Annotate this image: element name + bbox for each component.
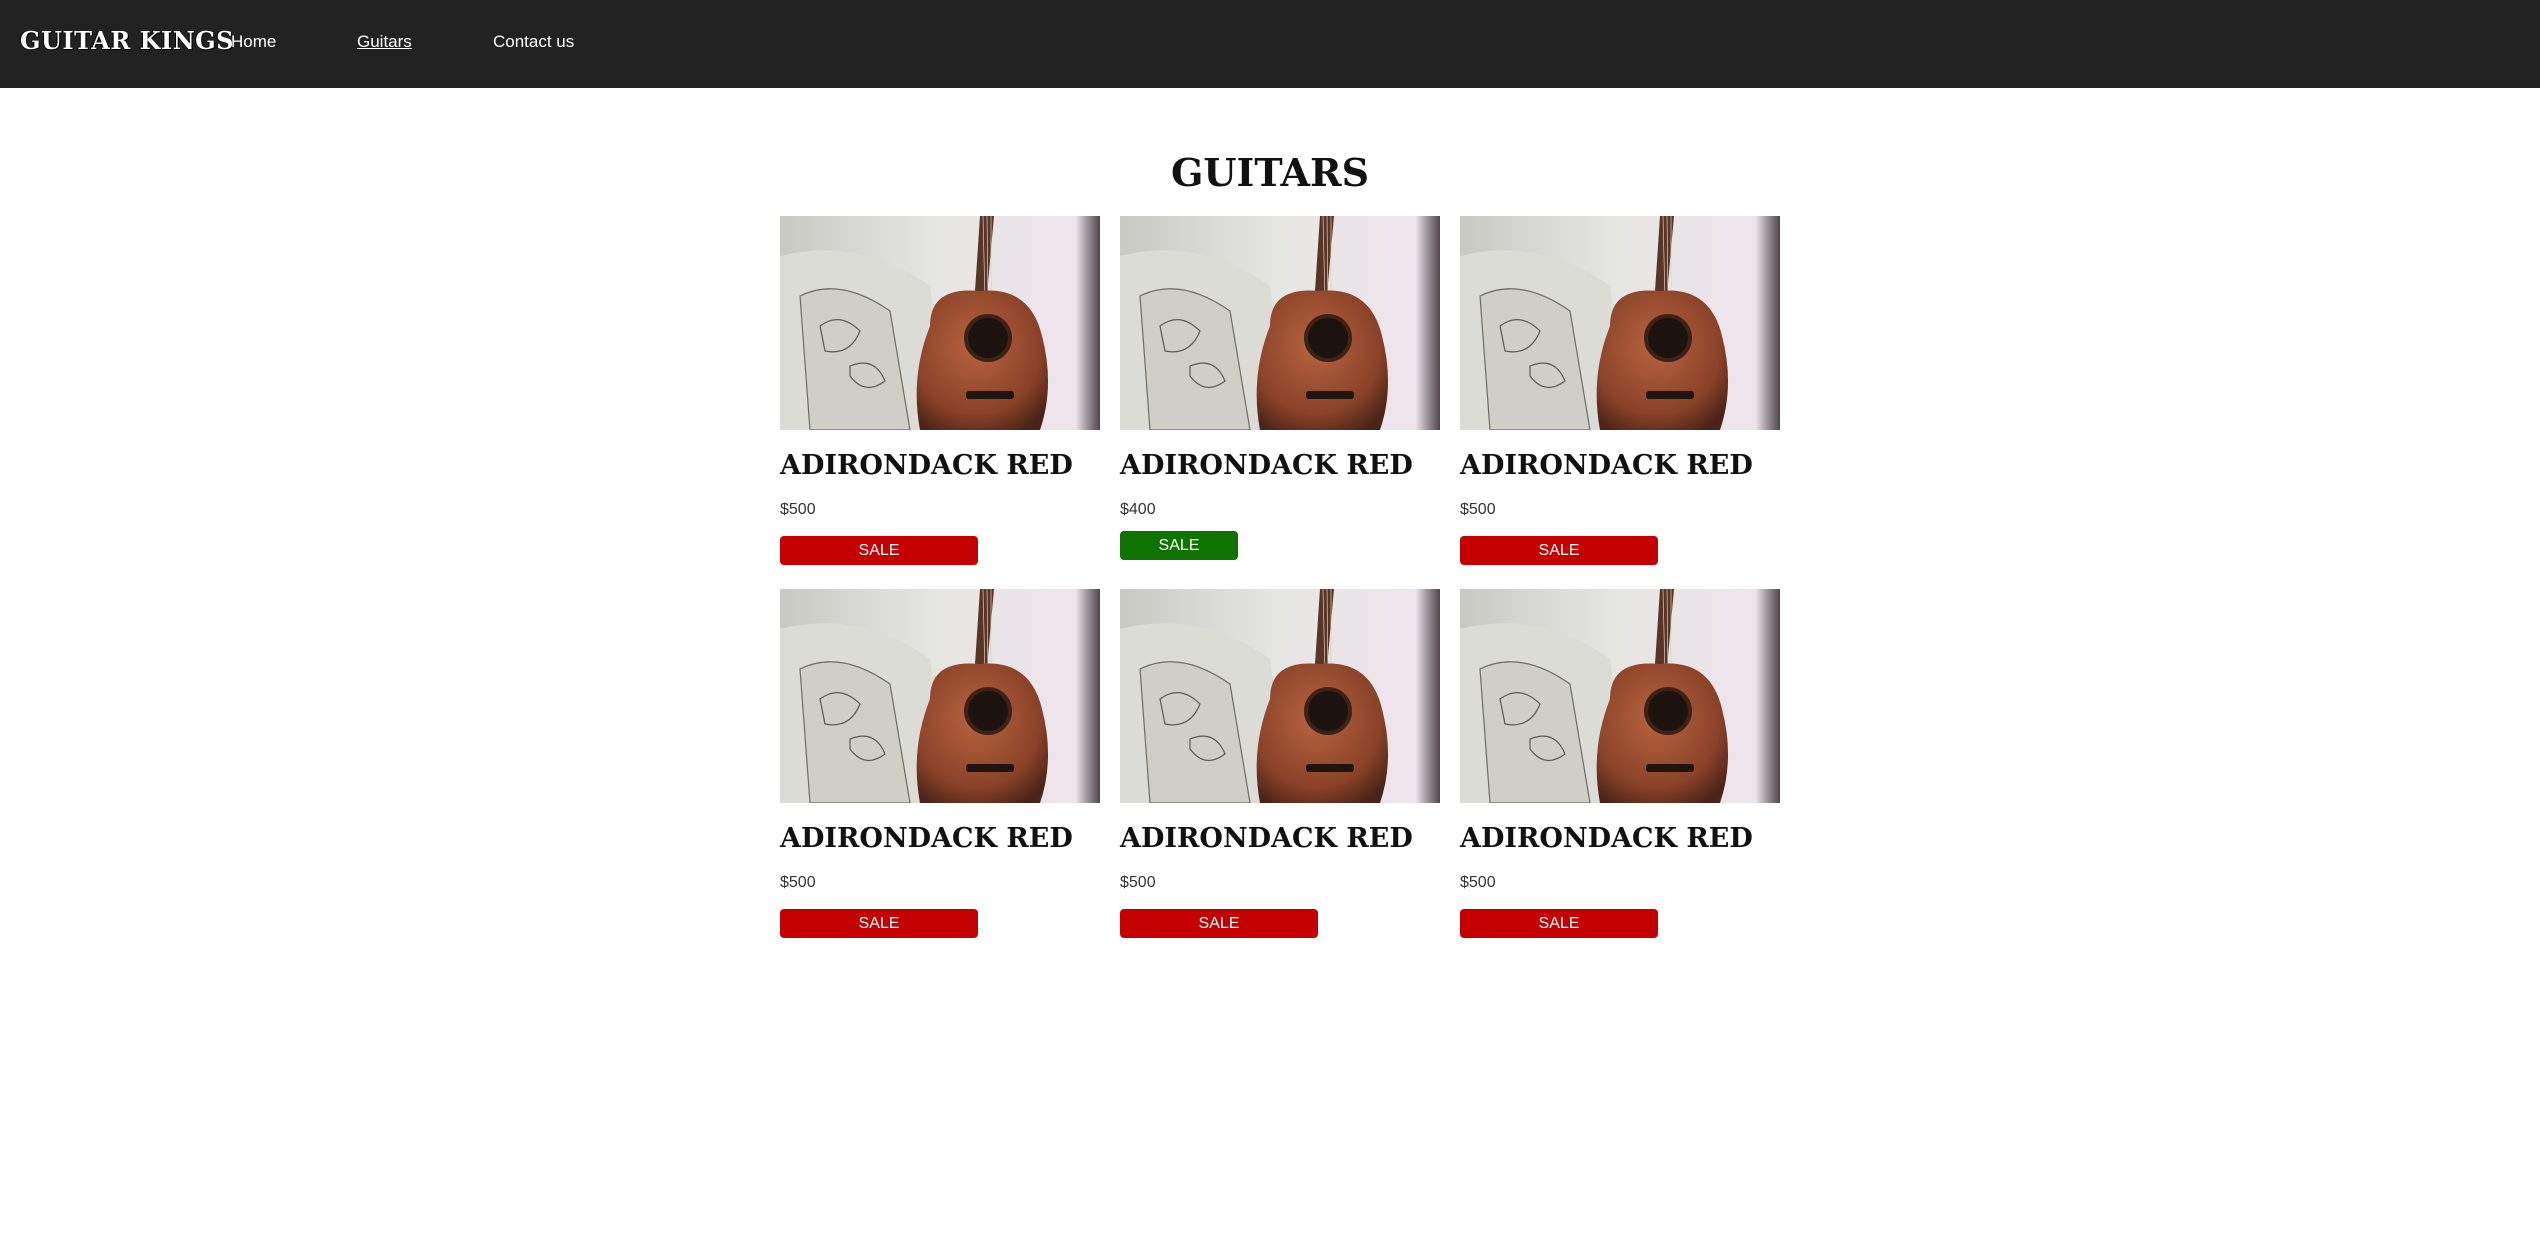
product-name: ADIRONDACK RED xyxy=(1120,823,1413,854)
product-image[interactable] xyxy=(1460,216,1780,430)
product-price: $500 xyxy=(1460,501,1496,518)
page-title: GUITARS xyxy=(1170,150,1370,195)
product-image[interactable] xyxy=(780,589,1100,803)
sale-button[interactable]: SALE xyxy=(1460,536,1658,565)
product-card: ADIRONDACK RED $500 SALE xyxy=(780,589,1100,969)
nav-link-home[interactable]: Home xyxy=(231,32,276,52)
product-image[interactable] xyxy=(1460,589,1780,803)
product-image[interactable] xyxy=(1120,216,1440,430)
site-logo[interactable]: GUITAR KINGS xyxy=(20,26,234,55)
product-price: $500 xyxy=(1120,874,1156,891)
product-name: ADIRONDACK RED xyxy=(1460,823,1753,854)
product-price: $500 xyxy=(1460,874,1496,891)
product-name: ADIRONDACK RED xyxy=(780,450,1073,481)
product-price: $400 xyxy=(1120,501,1156,518)
product-image[interactable] xyxy=(780,216,1100,430)
product-name: ADIRONDACK RED xyxy=(1460,450,1753,481)
sale-button[interactable]: SALE xyxy=(1460,909,1658,938)
product-card: ADIRONDACK RED $500 SALE xyxy=(780,216,1100,596)
sale-button[interactable]: SALE xyxy=(1120,531,1238,560)
sale-button[interactable]: SALE xyxy=(1120,909,1318,938)
product-name: ADIRONDACK RED xyxy=(1120,450,1413,481)
product-price: $500 xyxy=(780,874,816,891)
product-card: ADIRONDACK RED $500 SALE xyxy=(1460,589,1780,969)
sale-button[interactable]: SALE xyxy=(780,536,978,565)
product-card: ADIRONDACK RED $400 SALE xyxy=(1120,216,1440,596)
product-price: $500 xyxy=(780,501,816,518)
navbar: GUITAR KINGS Home Guitars Contact us xyxy=(0,0,2540,88)
nav-link-contact[interactable]: Contact us xyxy=(493,32,574,52)
sale-button[interactable]: SALE xyxy=(780,909,978,938)
product-image[interactable] xyxy=(1120,589,1440,803)
product-card: ADIRONDACK RED $500 SALE xyxy=(1460,216,1780,596)
product-name: ADIRONDACK RED xyxy=(780,823,1073,854)
nav-link-guitars[interactable]: Guitars xyxy=(357,32,412,52)
product-card: ADIRONDACK RED $500 SALE xyxy=(1120,589,1440,969)
